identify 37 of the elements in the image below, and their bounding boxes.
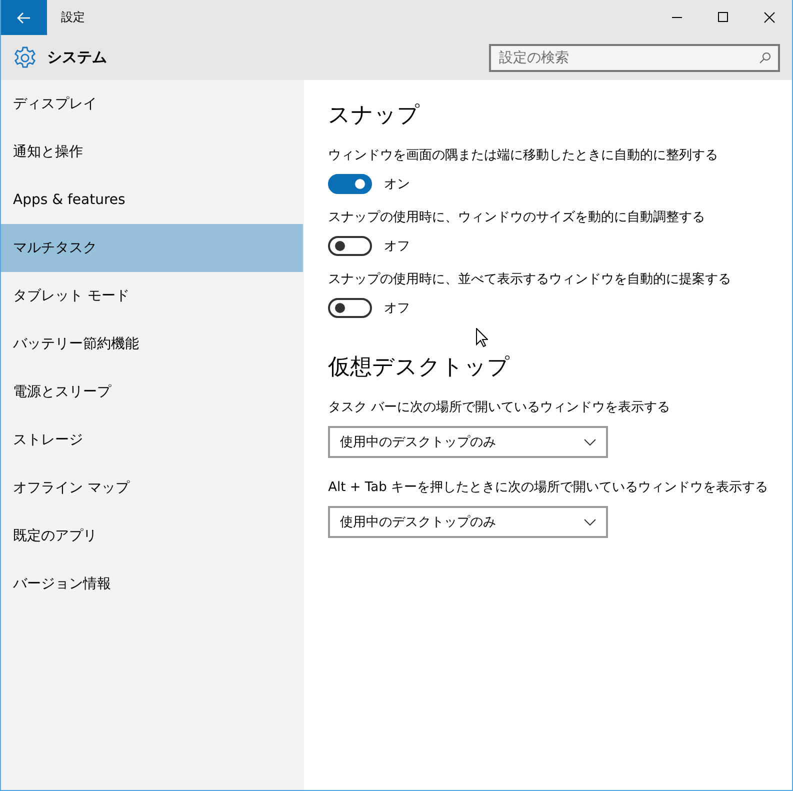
setting-label: Alt + Tab キーを押したときに次の場所で開いているウィンドウを表示する bbox=[328, 479, 768, 496]
setting-label: ウィンドウを画面の隅または端に移動したときに自動的に整列する bbox=[328, 147, 720, 164]
sidebar-item[interactable]: Apps & features bbox=[1, 176, 304, 224]
sidebar-item[interactable]: タブレット モード bbox=[1, 272, 304, 320]
toggle-switch[interactable] bbox=[328, 236, 372, 256]
window-title: 設定 bbox=[61, 9, 85, 26]
toggle-state: オン bbox=[384, 176, 410, 193]
page-title: システム bbox=[47, 48, 107, 67]
setting-label: タスク バーに次の場所で開いているウィンドウを表示する bbox=[328, 399, 672, 416]
sidebar-item[interactable]: 既定のアプリ bbox=[1, 512, 304, 560]
back-arrow-icon bbox=[17, 12, 31, 24]
sidebar-item[interactable]: マルチタスク bbox=[1, 224, 304, 272]
chevron-icon bbox=[584, 518, 596, 526]
dropdown[interactable]: 使用中のデスクトップのみ bbox=[328, 506, 608, 538]
close-icon bbox=[764, 12, 774, 23]
section-heading: 仮想デスクトップ bbox=[328, 354, 512, 382]
sidebar-item[interactable]: オフライン マップ bbox=[1, 464, 304, 512]
sidebar-item[interactable]: 電源とスリープ bbox=[1, 368, 304, 416]
setting-label: スナップの使用時に、並べて表示するウィンドウを自動的に提案する bbox=[328, 271, 732, 288]
setting-label: スナップの使用時に、ウィンドウのサイズを動的に自動調整する bbox=[328, 209, 706, 226]
search-field[interactable]: 設定の検索 bbox=[489, 44, 780, 72]
section-heading: スナップ bbox=[328, 102, 422, 130]
dropdown[interactable]: 使用中のデスクトップのみ bbox=[328, 426, 608, 458]
toggle-state: オフ bbox=[384, 300, 410, 317]
mouse-cursor-icon bbox=[476, 328, 488, 347]
maximize-icon bbox=[718, 12, 728, 23]
sidebar-item[interactable]: バージョン情報 bbox=[1, 560, 304, 608]
toggle-switch[interactable] bbox=[328, 174, 372, 194]
toggle-state: オフ bbox=[384, 238, 410, 255]
toggle-switch[interactable] bbox=[328, 298, 372, 318]
sidebar-item[interactable]: バッテリー節約機能 bbox=[1, 320, 304, 368]
sidebar-item[interactable]: ストレージ bbox=[1, 416, 304, 464]
sidebar-item[interactable]: ディスプレイ bbox=[1, 80, 304, 128]
chevron-icon bbox=[584, 438, 596, 446]
sidebar-item[interactable]: 通知と操作 bbox=[1, 128, 304, 176]
search-icon bbox=[759, 52, 771, 64]
gear-icon bbox=[13, 46, 37, 70]
